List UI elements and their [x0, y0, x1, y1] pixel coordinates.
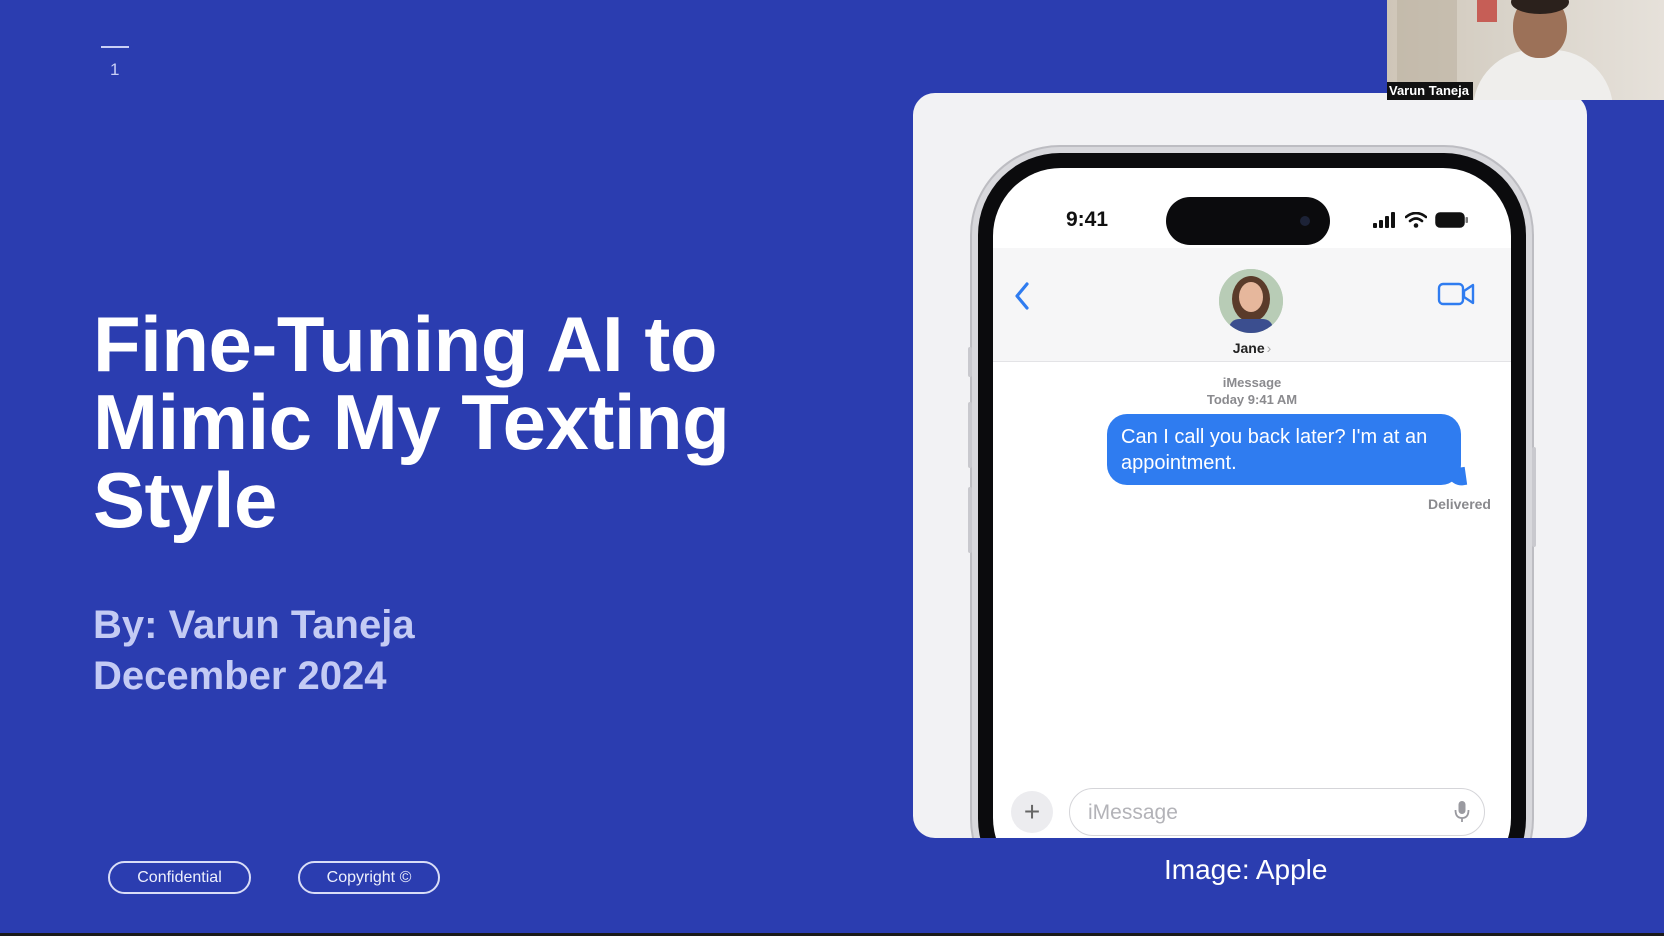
title-line-2: Mimic My Texting	[93, 378, 730, 466]
service-label: iMessage	[1222, 375, 1282, 390]
phone-power-button	[1532, 447, 1536, 547]
dynamic-island	[1166, 197, 1330, 245]
slide: 1 Fine-Tuning AI to Mimic My Texting Sty…	[0, 0, 1664, 933]
title-line-3: Style	[93, 456, 277, 544]
byline: By: Varun Taneja December 2024	[93, 600, 415, 702]
status-time: 9:41	[1066, 208, 1109, 231]
background-object	[1477, 0, 1497, 22]
page-marker	[101, 46, 129, 48]
message-input[interactable]	[1086, 798, 1420, 828]
add-attachment-button[interactable]: +	[1011, 791, 1053, 833]
conversation-header: Jane ›	[993, 248, 1511, 362]
participant-name-label: Varun Taneja	[1387, 82, 1473, 100]
slide-title: Fine-Tuning AI to Mimic My Texting Style	[93, 305, 853, 539]
contact-name-row[interactable]: Jane ›	[993, 340, 1511, 356]
date-line: December 2024	[93, 654, 387, 698]
contact-avatar[interactable]	[1219, 269, 1283, 333]
microphone-icon[interactable]	[1454, 800, 1470, 829]
image-caption: Image: Apple	[1164, 854, 1328, 885]
title-line-1: Fine-Tuning AI to	[93, 300, 718, 388]
message-input-field[interactable]	[1069, 788, 1485, 836]
phone-action-button	[968, 347, 972, 377]
contact-chevron-icon: ›	[1266, 340, 1272, 356]
plus-icon: +	[1023, 796, 1041, 827]
phone-bezel: 9:41 Jane › iMessage Today 9:41 AM Can I…	[978, 153, 1526, 838]
copyright-tag: Copyright ©	[298, 861, 440, 894]
contact-name: Jane	[1232, 340, 1265, 356]
phone-image-card: 9:41 Jane › iMessage Today 9:41 AM Can I…	[913, 93, 1587, 838]
page-number: 1	[110, 60, 120, 79]
wifi-icon	[1404, 211, 1428, 233]
confidential-tag: Confidential	[108, 861, 251, 894]
author-line: By: Varun Taneja	[93, 603, 415, 647]
message-meta: iMessage Today 9:41 AM	[993, 374, 1511, 408]
phone-screen: 9:41 Jane › iMessage Today 9:41 AM Can I…	[993, 168, 1511, 838]
delivery-status: Delivered	[1427, 496, 1491, 512]
participant-video-tile[interactable]: Varun Taneja	[1387, 0, 1664, 100]
phone-frame: 9:41 Jane › iMessage Today 9:41 AM Can I…	[968, 147, 1536, 838]
message-timestamp: Today 9:41 AM	[1206, 392, 1298, 407]
sent-message-bubble[interactable]: Can I call you back later? I'm at an app…	[1107, 414, 1461, 485]
status-icons	[1373, 211, 1469, 233]
video-camera-icon[interactable]	[1437, 281, 1475, 312]
battery-icon	[1435, 212, 1469, 233]
back-icon[interactable]	[1014, 282, 1030, 315]
cellular-signal-icon	[1373, 212, 1397, 233]
front-camera	[1300, 216, 1310, 226]
phone-volume-up-button	[968, 402, 972, 468]
phone-volume-down-button	[968, 487, 972, 553]
